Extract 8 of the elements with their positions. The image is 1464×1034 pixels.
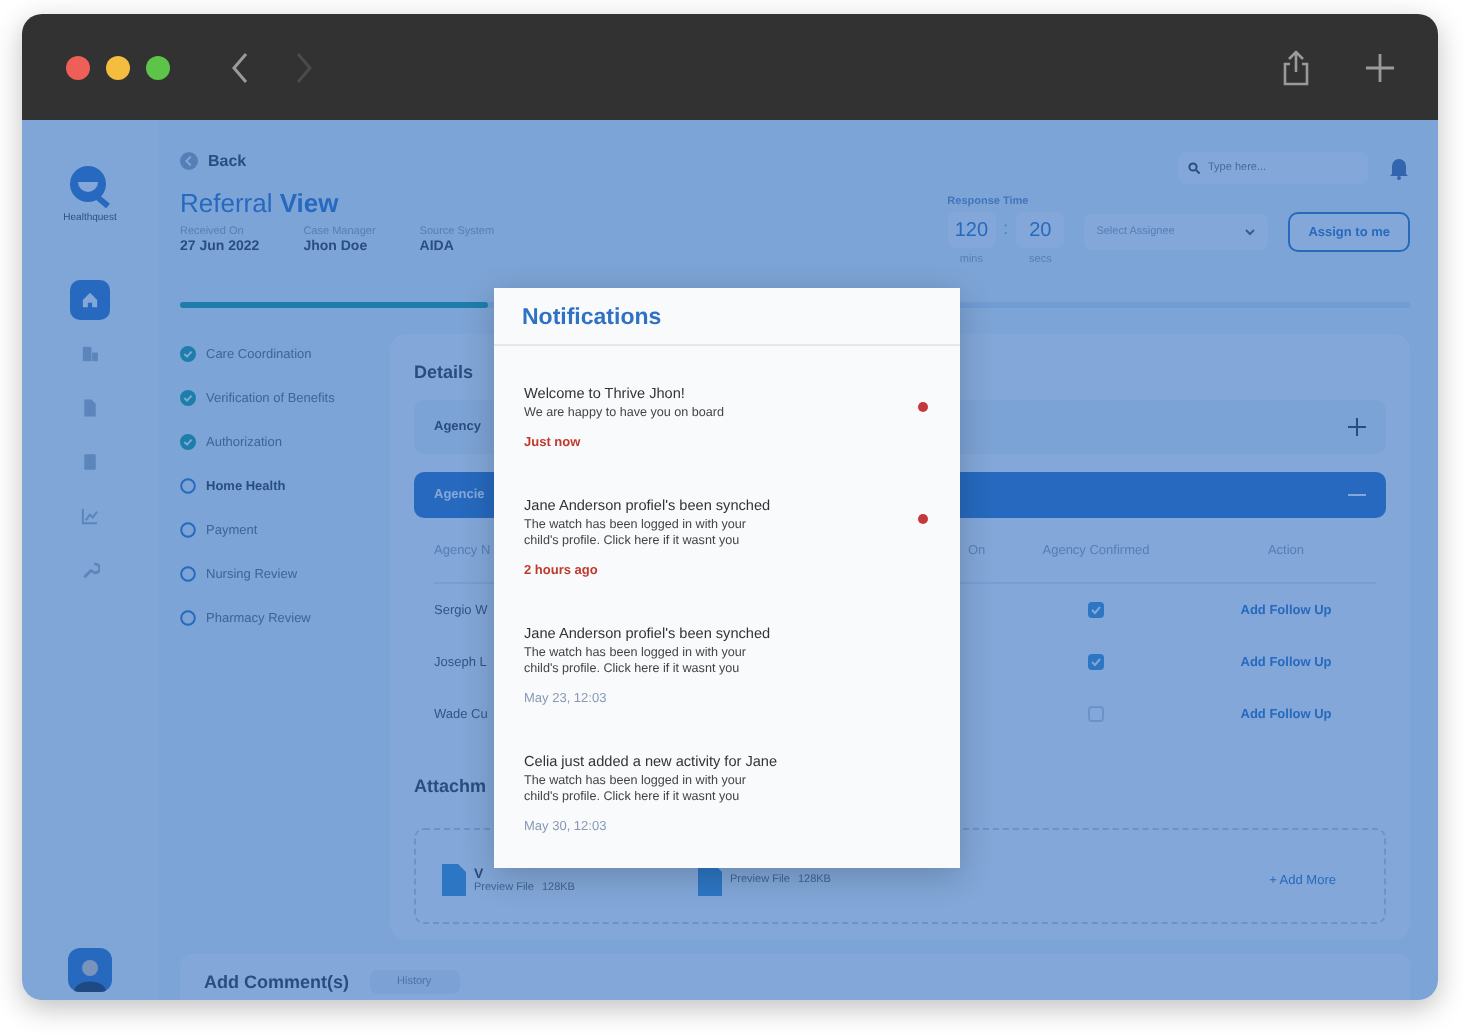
page-title: Referral View	[180, 188, 341, 218]
notifications-title: Notifications	[494, 288, 960, 346]
minutes-value: 120	[947, 212, 996, 248]
details-heading: Details	[414, 362, 476, 382]
seconds-value: 20	[1016, 212, 1065, 248]
attachments-heading: Attachm	[414, 776, 487, 796]
comments-heading: Add Comment(s)	[204, 972, 349, 992]
time-separator: :	[1003, 218, 1009, 238]
